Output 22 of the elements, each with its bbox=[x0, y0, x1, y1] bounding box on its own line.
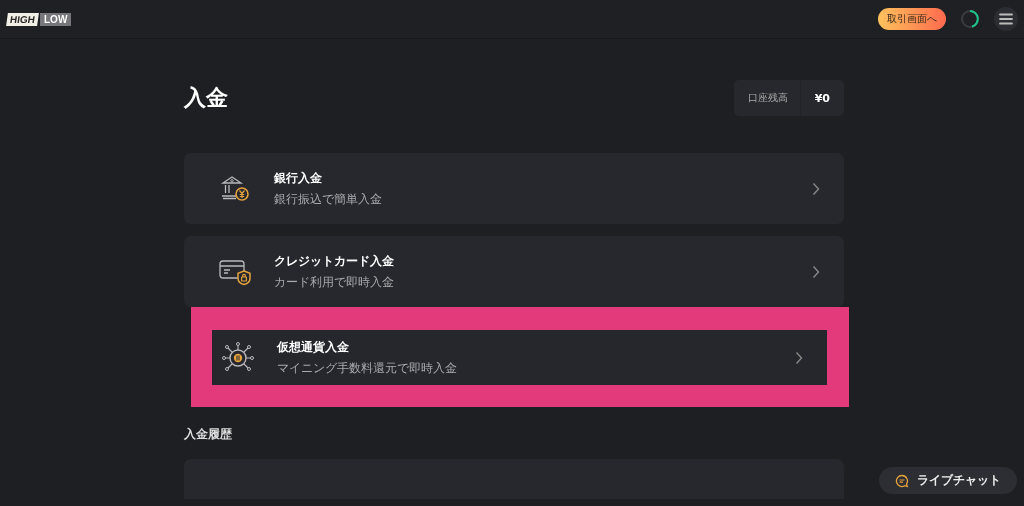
method-title: 仮想通貨入金 bbox=[277, 338, 350, 356]
section-title: 入金履歴 bbox=[184, 426, 233, 443]
menu-button[interactable] bbox=[994, 7, 1018, 31]
chevron-right-icon bbox=[795, 350, 803, 365]
deposit-method-item[interactable]: 仮想通貨入金 マイニング手数料還元で即時入金 bbox=[212, 330, 827, 385]
method-title: 銀行入金 bbox=[274, 169, 323, 187]
live-chat-button[interactable]: ライブチャット bbox=[879, 467, 1017, 494]
chat-icon bbox=[895, 473, 909, 488]
menu-icon bbox=[999, 13, 1013, 25]
chevron-right-icon bbox=[812, 181, 820, 196]
method-description: マイニング手数料還元で即時入金 bbox=[277, 359, 458, 377]
trade-screen-button[interactable]: 取引画面へ bbox=[878, 8, 946, 30]
balance-label: 口座残高 bbox=[733, 80, 801, 116]
deposit-method-item[interactable]: クレジットカード入金 カード利用で即時入金 bbox=[184, 236, 844, 307]
method-title: クレジットカード入金 bbox=[274, 252, 395, 270]
chevron-right-icon bbox=[812, 264, 820, 279]
method-description: カード利用で即時入金 bbox=[274, 273, 395, 291]
method-description: 銀行振込で簡単入金 bbox=[274, 190, 383, 208]
balance-value: ¥0 bbox=[813, 90, 831, 107]
progress-ring-icon bbox=[960, 9, 980, 29]
deposit-method-item[interactable]: 銀行入金 銀行振込で簡単入金 bbox=[184, 153, 844, 224]
page-title: 入金 bbox=[184, 84, 228, 112]
